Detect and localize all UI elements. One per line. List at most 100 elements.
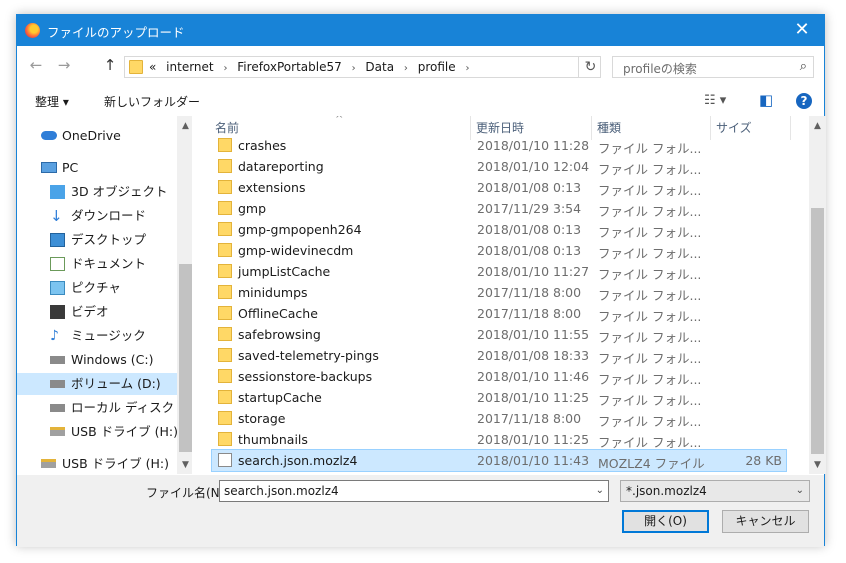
cell-type: ファイル フォル... xyxy=(598,414,702,429)
navigation-pane: OneDrive PC 3D オブジェクト ↓ ダウンロード デスクトップ ドキ… xyxy=(17,116,192,474)
sidebar-item-windows-c[interactable]: Windows (C:) xyxy=(17,349,177,371)
cell-size: 28 KB xyxy=(745,453,782,468)
new-folder-button[interactable]: 新しいフォルダー xyxy=(104,93,200,110)
file-scroll-thumb[interactable] xyxy=(811,208,824,454)
folder-icon xyxy=(218,159,232,173)
table-row[interactable]: search.json.mozlz4 2018/01/10 11:43 MOZLZ4… xyxy=(211,449,787,472)
cell-name: crashes xyxy=(238,138,287,153)
breadcrumb-overflow[interactable]: « xyxy=(149,60,156,74)
close-button[interactable]: ✕ xyxy=(780,15,824,46)
refresh-icon[interactable]: ↻ xyxy=(578,56,602,78)
cell-name: startupCache xyxy=(238,390,322,405)
breadcrumb-item[interactable]: internet xyxy=(166,60,213,74)
scroll-up-icon[interactable]: ▲ xyxy=(177,121,192,131)
sidebar-item-usb-h[interactable]: USB ドライブ (H:) xyxy=(17,421,178,443)
sidebar-item-local-disk[interactable]: ローカル ディスク ( xyxy=(17,397,183,419)
firefox-icon xyxy=(25,23,40,38)
folder-icon xyxy=(218,390,232,404)
filetype-select[interactable]: *.json.mozlz4 ⌄ xyxy=(620,480,810,502)
search-input[interactable]: profileの検索 ⌕ xyxy=(612,56,814,78)
breadcrumb-item[interactable]: profile xyxy=(418,60,456,74)
sidebar-item-volume-d[interactable]: ボリューム (D:) xyxy=(17,373,177,395)
filename-value: search.json.mozlz4 xyxy=(224,484,339,498)
cell-date: 2018/01/10 11:25 xyxy=(477,390,590,405)
sidebar-item-label: ビデオ xyxy=(71,304,109,319)
sidebar-item-documents[interactable]: ドキュメント xyxy=(17,253,177,275)
filename-field[interactable]: search.json.mozlz4 ⌄ xyxy=(219,480,609,502)
chevron-down-icon[interactable]: ⌄ xyxy=(596,485,604,496)
chevron-right-icon[interactable]: › xyxy=(352,63,356,74)
forward-button[interactable]: → xyxy=(55,56,73,74)
title-bar: ファイルのアップロード ✕ xyxy=(17,15,824,46)
view-options-icon[interactable]: ☷ ▾ xyxy=(704,93,726,108)
preview-pane-icon[interactable]: ◧ xyxy=(759,91,773,109)
table-row[interactable]: sessionstore-backups 2018/01/10 11:46 ファイル… xyxy=(212,366,786,387)
column-divider[interactable] xyxy=(790,116,791,140)
cell-type: ファイル フォル... xyxy=(598,330,702,345)
cell-name: storage xyxy=(238,411,286,426)
table-row[interactable]: storage 2017/11/18 8:00 ファイル フォル... xyxy=(212,408,786,429)
sidebar-item-music[interactable]: ♪ ミュージック xyxy=(17,325,177,347)
sidebar-item-pc[interactable]: PC xyxy=(17,157,177,179)
pc-icon xyxy=(41,162,57,173)
cell-date: 2018/01/08 0:13 xyxy=(477,243,582,258)
scroll-down-icon[interactable]: ▼ xyxy=(177,460,192,470)
table-row[interactable]: OfflineCache 2017/11/18 8:00 ファイル フォル... xyxy=(212,303,786,324)
cell-name: datareporting xyxy=(238,159,324,174)
table-row[interactable]: startupCache 2018/01/10 11:25 ファイル フォル... xyxy=(212,387,786,408)
sidebar-item-downloads[interactable]: ↓ ダウンロード xyxy=(17,205,177,227)
chevron-right-icon[interactable]: › xyxy=(404,63,408,74)
sidebar-item-onedrive[interactable]: OneDrive xyxy=(17,125,177,147)
table-row[interactable]: thumbnails 2018/01/10 11:25 ファイル フォル... xyxy=(212,429,786,450)
sidebar-item-pictures[interactable]: ピクチャ xyxy=(17,277,177,299)
table-row[interactable]: crashes 2018/01/10 11:28 ファイル フォル... xyxy=(212,135,786,156)
organize-button[interactable]: 整理 ▾ xyxy=(35,93,69,110)
cell-date: 2018/01/10 11:55 xyxy=(477,327,590,342)
table-row[interactable]: jumpListCache 2018/01/10 11:27 ファイル フォル... xyxy=(212,261,786,282)
open-button[interactable]: 開く(O) xyxy=(622,510,709,533)
video-icon xyxy=(50,305,65,319)
table-row[interactable]: safebrowsing 2018/01/10 11:55 ファイル フォル... xyxy=(212,324,786,345)
cell-name: minidumps xyxy=(238,285,308,300)
scroll-up-icon[interactable]: ▲ xyxy=(809,121,826,131)
back-button[interactable]: ← xyxy=(27,56,45,74)
sidebar-item-label: OneDrive xyxy=(62,128,121,143)
cube-icon xyxy=(50,185,65,199)
table-row[interactable]: saved-telemetry-pings 2018/01/08 18:33 ファイ… xyxy=(212,345,786,366)
table-row[interactable]: extensions 2018/01/08 0:13 ファイル フォル... xyxy=(212,177,786,198)
cancel-button[interactable]: キャンセル xyxy=(722,510,809,533)
address-bar[interactable]: « internet › FirefoxPortable57 › Data › … xyxy=(124,56,601,78)
help-icon[interactable]: ? xyxy=(796,93,812,109)
search-placeholder: profileの検索 xyxy=(623,62,697,76)
breadcrumb-item[interactable]: Data xyxy=(365,60,394,74)
cell-date: 2018/01/08 18:33 xyxy=(477,348,590,363)
music-icon: ♪ xyxy=(50,328,59,344)
folder-icon xyxy=(218,306,232,320)
table-row[interactable]: minidumps 2017/11/18 8:00 ファイル フォル... xyxy=(212,282,786,303)
sidebar-item-desktop[interactable]: デスクトップ xyxy=(17,229,177,251)
window-title: ファイルのアップロード xyxy=(47,25,185,40)
scroll-down-icon[interactable]: ▼ xyxy=(809,460,826,470)
sidebar-item-videos[interactable]: ビデオ xyxy=(17,301,177,323)
chevron-right-icon[interactable]: › xyxy=(223,63,227,74)
cell-type: ファイル フォル... xyxy=(598,162,702,177)
sidebar-item-3d-objects[interactable]: 3D オブジェクト xyxy=(17,181,177,203)
file-icon xyxy=(218,453,232,467)
table-row[interactable]: datareporting 2018/01/10 12:04 ファイル フォル... xyxy=(212,156,786,177)
sidebar-item-usb-h-root[interactable]: USB ドライブ (H:) xyxy=(17,453,177,474)
table-row[interactable]: gmp 2017/11/29 3:54 ファイル フォル... xyxy=(212,198,786,219)
folder-icon xyxy=(218,327,232,341)
table-row[interactable]: gmp-gmpopenh264 2018/01/08 0:13 ファイル フォル..… xyxy=(212,219,786,240)
cell-type: ファイル フォル... xyxy=(598,225,702,240)
cell-type: ファイル フォル... xyxy=(598,309,702,324)
sidebar-item-label: USB ドライブ (H:) xyxy=(71,424,178,439)
table-row[interactable]: gmp-widevinecdm 2018/01/08 0:13 ファイル フォル..… xyxy=(212,240,786,261)
search-icon[interactable]: ⌕ xyxy=(800,59,807,74)
up-button[interactable]: ↑ xyxy=(101,56,119,74)
sidebar-scroll-thumb[interactable] xyxy=(179,264,192,452)
chevron-right-icon[interactable]: › xyxy=(465,63,469,74)
breadcrumb: « internet › FirefoxPortable57 › Data › … xyxy=(149,60,475,76)
usb-drive-icon xyxy=(50,427,65,436)
folder-icon xyxy=(218,348,232,362)
breadcrumb-item[interactable]: FirefoxPortable57 xyxy=(237,60,341,74)
